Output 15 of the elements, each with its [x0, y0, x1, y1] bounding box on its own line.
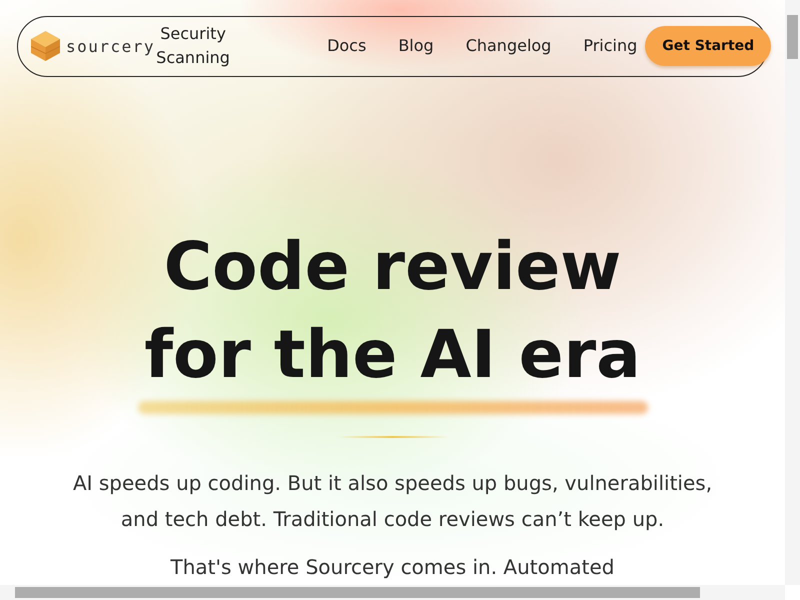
get-started-button[interactable]: Get Started — [645, 26, 772, 66]
vertical-scrollbar[interactable] — [785, 0, 800, 585]
nav-link[interactable]: Pricing — [583, 34, 638, 58]
nav-link[interactable]: Security Scanning — [155, 22, 232, 70]
nav-link[interactable]: Changelog — [466, 34, 552, 58]
hero-description: That's where Sourcery comes in. Automated — [170, 554, 616, 581]
nav-link[interactable]: Blog — [398, 34, 434, 58]
hero-title: Code review for the AI era — [144, 226, 641, 395]
hero-description: AI speeds up coding. But it also speeds up bugs, vulnerabilities, and tech debt. Traditional code reviews can’t keep up. — [72, 470, 714, 533]
horizontal-scrollbar[interactable] — [0, 585, 785, 600]
scrollbar-thumb[interactable] — [15, 587, 700, 598]
nav-link[interactable]: Docs — [327, 34, 366, 58]
brand-name: sourcery — [66, 36, 156, 56]
scrollbar-thumb[interactable] — [787, 15, 798, 59]
cube-logo-icon — [30, 30, 61, 62]
